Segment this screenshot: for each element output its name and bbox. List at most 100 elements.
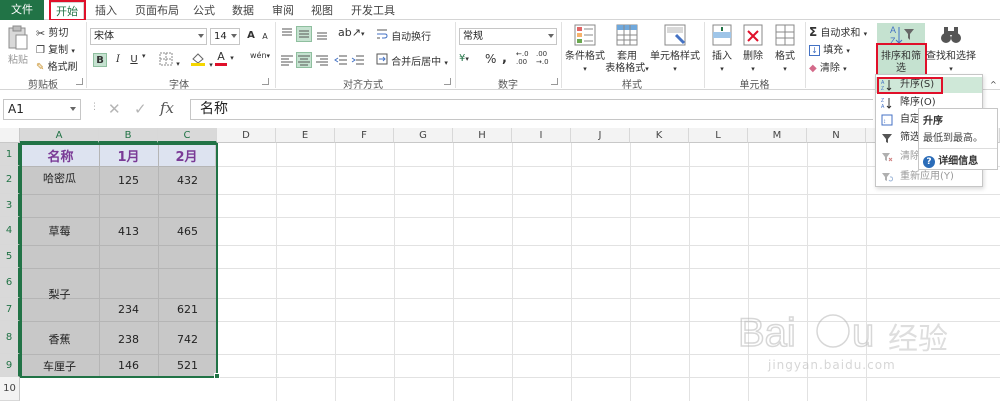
tab-formulas[interactable]: 公式	[188, 2, 220, 20]
fill-color-button[interactable]: ▾	[190, 51, 213, 70]
cancel-icon[interactable]: ✕	[108, 100, 121, 118]
column-header[interactable]: M	[748, 128, 807, 143]
column-header[interactable]: E	[276, 128, 335, 143]
clear-button[interactable]: ◆ 清除 ▾	[809, 59, 847, 74]
clipboard-launcher[interactable]	[76, 78, 83, 85]
row-header[interactable]: 3	[0, 194, 20, 217]
comma-button[interactable]: ,	[502, 51, 507, 66]
number-format-select[interactable]: 常规	[459, 28, 557, 45]
alignment-group-label: 对齐方式	[343, 80, 383, 91]
row-header[interactable]: 9	[0, 354, 20, 377]
merge-center-button[interactable]: 合并后居中 ▾	[376, 53, 448, 68]
paste-button[interactable]: 粘贴	[4, 25, 32, 71]
format-painter-label: 格式刷	[47, 62, 78, 73]
tab-insert[interactable]: 插入	[90, 2, 122, 20]
insert-cells-button[interactable]: 插入 ▾	[707, 23, 737, 75]
row-header[interactable]: 6	[0, 268, 20, 298]
column-header[interactable]: L	[689, 128, 748, 143]
align-middle-button[interactable]	[296, 26, 312, 42]
sort-ascending-icon: AZ	[881, 80, 892, 91]
copy-button[interactable]: ❐ 复制 ▾	[36, 41, 75, 57]
select-all-corner[interactable]	[0, 128, 20, 143]
alignment-launcher[interactable]	[444, 78, 451, 85]
align-center-button[interactable]	[296, 52, 312, 68]
tab-page-layout[interactable]: 页面布局	[128, 2, 186, 20]
decrease-indent-button[interactable]	[334, 53, 348, 70]
italic-button[interactable]: I	[111, 53, 125, 67]
menu-item-sort-ascending[interactable]: AZ 升序(S)	[876, 77, 982, 93]
fill-button[interactable]: ↓ 填充 ▾	[809, 41, 850, 56]
currency-button[interactable]: ¥▾	[459, 53, 469, 64]
row-header[interactable]: 7	[0, 298, 20, 321]
tab-review[interactable]: 审阅	[267, 2, 299, 20]
decrease-decimal-button[interactable]: .00 →.0	[536, 50, 549, 66]
copy-icon: ❐	[36, 44, 45, 56]
align-top-button[interactable]	[280, 27, 294, 44]
increase-indent-button[interactable]	[351, 53, 365, 70]
formula-input[interactable]: 名称	[190, 99, 873, 120]
tab-file[interactable]: 文件	[0, 0, 44, 20]
column-header[interactable]: D	[217, 128, 276, 143]
format-as-table-button[interactable]: 套用 表格格式▾	[605, 23, 649, 75]
format-painter-button[interactable]: ✎ 格式刷	[36, 58, 78, 74]
percent-button[interactable]: %	[485, 52, 496, 66]
shrink-font-button[interactable]: A	[258, 30, 272, 44]
autosum-button[interactable]: Σ 自动求和 ▾	[809, 24, 867, 39]
row-header[interactable]: 1	[0, 143, 20, 166]
column-header[interactable]: K	[630, 128, 689, 143]
column-header[interactable]: G	[394, 128, 453, 143]
tab-home[interactable]: 开始	[50, 2, 84, 20]
phonetic-button[interactable]: wén▾	[250, 51, 270, 60]
number-launcher[interactable]	[551, 78, 558, 85]
column-header[interactable]: H	[453, 128, 512, 143]
column-header[interactable]: C	[158, 128, 217, 143]
find-select-button[interactable]: 查找和选择 ▾	[926, 23, 976, 75]
conditional-format-button[interactable]: 条件格式 ▾	[564, 23, 606, 75]
tab-data[interactable]: 数据	[226, 2, 260, 20]
confirm-icon[interactable]: ✓	[134, 100, 147, 118]
column-header[interactable]: A	[20, 128, 99, 143]
tab-developer[interactable]: 开发工具	[346, 2, 400, 20]
column-header[interactable]: I	[512, 128, 571, 143]
column-header[interactable]: J	[571, 128, 630, 143]
align-right-button[interactable]	[315, 53, 329, 70]
menu-item-reapply[interactable]: 重新应用(Y)	[876, 169, 982, 185]
delete-cells-button[interactable]: 删除 ▾	[738, 23, 768, 75]
cell-styles-button[interactable]: 单元格样式 ▾	[648, 23, 702, 75]
cut-button[interactable]: ✂ 剪切	[36, 24, 68, 40]
font-name-select[interactable]: 宋体	[90, 28, 207, 45]
clipboard-group-label: 剪贴板	[28, 80, 58, 91]
tooltip-title: 升序	[923, 116, 943, 127]
font-launcher[interactable]	[262, 78, 269, 85]
collapse-ribbon-button[interactable]: ^	[990, 80, 997, 89]
column-header[interactable]: B	[99, 128, 158, 143]
align-left-button[interactable]	[280, 53, 294, 70]
row-header[interactable]: 10	[0, 377, 20, 401]
column-header[interactable]: N	[807, 128, 866, 143]
bold-button[interactable]: B	[93, 53, 107, 67]
tooltip-more-info-link[interactable]: ? 详细信息	[923, 152, 978, 168]
grow-font-button[interactable]: A	[244, 29, 258, 43]
border-button[interactable]: ▾	[159, 52, 180, 69]
row-header[interactable]: 4	[0, 217, 20, 245]
row-header[interactable]: 2	[0, 166, 20, 194]
name-box[interactable]: A1	[3, 99, 81, 120]
svg-text:Bai: Bai	[738, 311, 796, 355]
sort-filter-icon: A Z	[890, 25, 914, 46]
orientation-button[interactable]: ab↗▾	[338, 26, 364, 39]
insert-function-icon[interactable]: fx	[160, 99, 174, 117]
tab-view[interactable]: 视图	[306, 2, 338, 20]
row-header[interactable]: 8	[0, 321, 20, 354]
row-header[interactable]: 5	[0, 245, 20, 268]
align-bottom-button[interactable]	[315, 27, 329, 44]
increase-decimal-button[interactable]: ←.0 .00	[516, 50, 529, 66]
font-size-select[interactable]: 14	[210, 28, 240, 45]
column-header[interactable]: F	[335, 128, 394, 143]
fill-handle[interactable]	[214, 373, 220, 379]
ribbon-tab-bar: 文件 开始 插入 页面布局 公式 数据 审阅 视图 开发工具	[0, 0, 1000, 20]
format-cells-button[interactable]: 格式 ▾	[770, 23, 800, 75]
font-color-button[interactable]: A ▾	[215, 51, 234, 66]
underline-dropdown[interactable]: ▾	[142, 52, 146, 60]
underline-button[interactable]: U	[127, 53, 141, 67]
wrap-text-button[interactable]: 自动换行	[376, 28, 431, 43]
